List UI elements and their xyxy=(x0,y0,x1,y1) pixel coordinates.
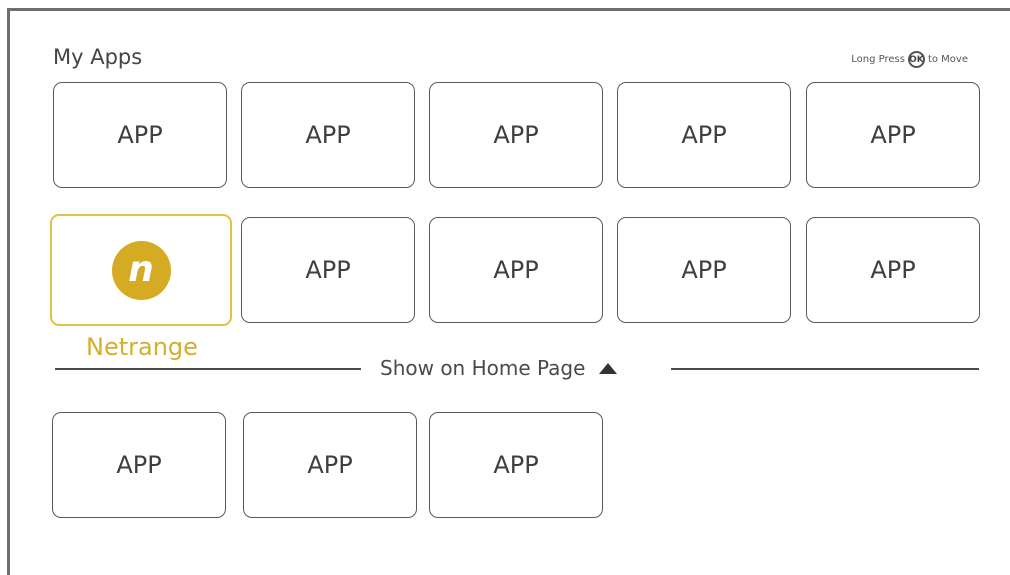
app-tile[interactable]: APP xyxy=(806,82,980,188)
page-title: My Apps xyxy=(53,45,143,69)
divider-line-right xyxy=(671,368,979,370)
divider-label: Show on Home Page xyxy=(380,356,586,380)
home-page-divider: Show on Home Page xyxy=(55,356,979,380)
triangle-up-icon xyxy=(599,362,618,374)
app-tile[interactable]: APP xyxy=(241,217,415,323)
app-tile[interactable]: APP xyxy=(429,412,603,518)
app-tile[interactable]: APP xyxy=(806,217,980,323)
app-tile[interactable]: APP xyxy=(429,217,603,323)
app-tile-netrange[interactable]: n xyxy=(50,214,232,326)
hint-prefix: Long Press xyxy=(851,54,905,65)
netrange-logo-icon: n xyxy=(111,240,171,300)
app-tile[interactable]: APP xyxy=(53,82,227,188)
move-hint: Long Press OK to Move xyxy=(851,51,968,68)
app-tile[interactable]: APP xyxy=(52,412,226,518)
app-tile[interactable]: APP xyxy=(617,217,791,323)
hint-suffix: to Move xyxy=(927,54,968,65)
app-tile[interactable]: APP xyxy=(243,412,417,518)
ok-key-icon: OK xyxy=(907,51,925,68)
app-tile[interactable]: APP xyxy=(241,82,415,188)
app-tile[interactable]: APP xyxy=(617,82,791,188)
show-on-home-toggle[interactable]: Show on Home Page xyxy=(380,356,618,380)
app-tile[interactable]: APP xyxy=(429,82,603,188)
divider-line-left xyxy=(55,368,361,370)
